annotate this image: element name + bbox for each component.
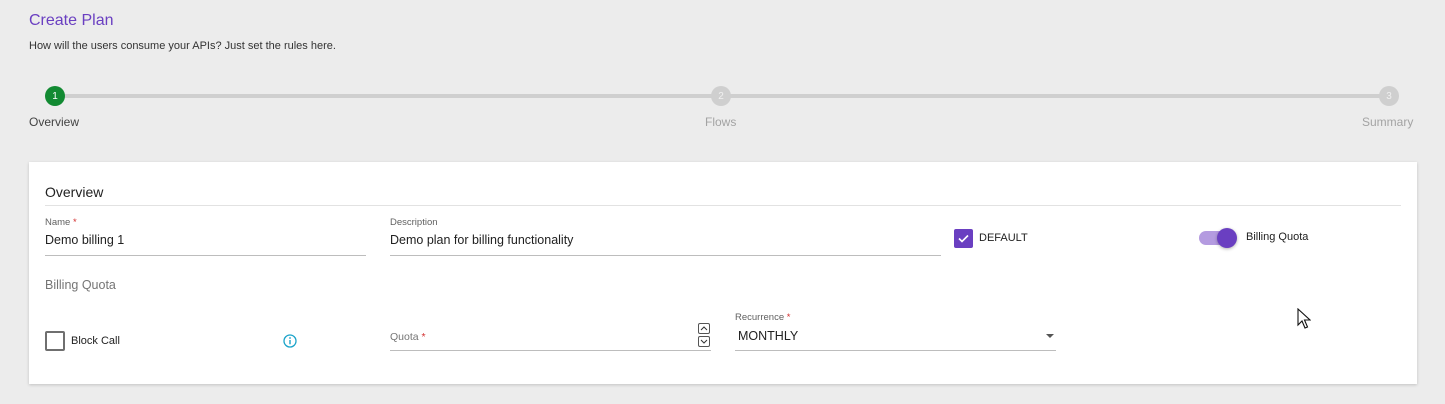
recurrence-select[interactable]: Recurrence * MONTHLY [735,312,1056,351]
quota-stepper[interactable] [698,323,710,347]
step-2-number: 2 [718,90,724,102]
check-icon [958,234,969,243]
block-call-checkbox[interactable] [45,331,65,351]
overview-section-title: Overview [45,184,104,200]
description-input[interactable]: Demo plan for billing functionality [390,233,941,247]
mouse-cursor-icon [1297,308,1311,329]
recurrence-label: Recurrence * [735,312,791,323]
step-1-indicator[interactable]: 1 [45,86,65,106]
recurrence-value[interactable]: MONTHLY [735,329,1056,343]
name-underline [45,255,366,256]
quota-underline [390,350,711,351]
billing-quota-toggle-label: Billing Quota [1246,231,1309,243]
step-1-label[interactable]: Overview [29,115,79,129]
dropdown-arrow-icon[interactable] [1046,334,1054,338]
name-field[interactable]: Name * Demo billing 1 [45,217,366,256]
info-icon[interactable] [283,334,297,348]
step-3-indicator[interactable]: 3 [1379,86,1399,106]
description-label: Description [390,217,438,228]
step-3-number: 3 [1386,90,1392,102]
step-1-number: 1 [52,90,58,102]
recurrence-underline [735,350,1056,351]
page-subtitle: How will the users consume your APIs? Ju… [29,40,336,52]
page-title: Create Plan [29,12,114,29]
name-label: Name * [45,217,77,228]
default-label: DEFAULT [979,232,1028,244]
toggle-thumb [1217,228,1237,248]
decrement-button[interactable] [698,336,710,347]
default-checkbox[interactable] [954,229,973,248]
increment-button[interactable] [698,323,710,334]
name-input[interactable]: Demo billing 1 [45,233,366,247]
step-2-indicator[interactable]: 2 [711,86,731,106]
quota-field[interactable]: Quota * [390,320,711,351]
section-divider [45,205,1401,206]
chevron-up-icon [700,326,708,331]
plan-form-card: Overview Name * Demo billing 1 Descripti… [29,162,1417,384]
quota-input[interactable]: Quota * [390,331,711,343]
description-field[interactable]: Description Demo plan for billing functi… [390,217,941,256]
chevron-down-icon [700,339,708,344]
description-underline [390,255,941,256]
block-call-label: Block Call [71,335,120,347]
step-3-label[interactable]: Summary [1362,115,1413,129]
step-2-label[interactable]: Flows [705,115,736,129]
billing-quota-section-title: Billing Quota [45,278,116,292]
